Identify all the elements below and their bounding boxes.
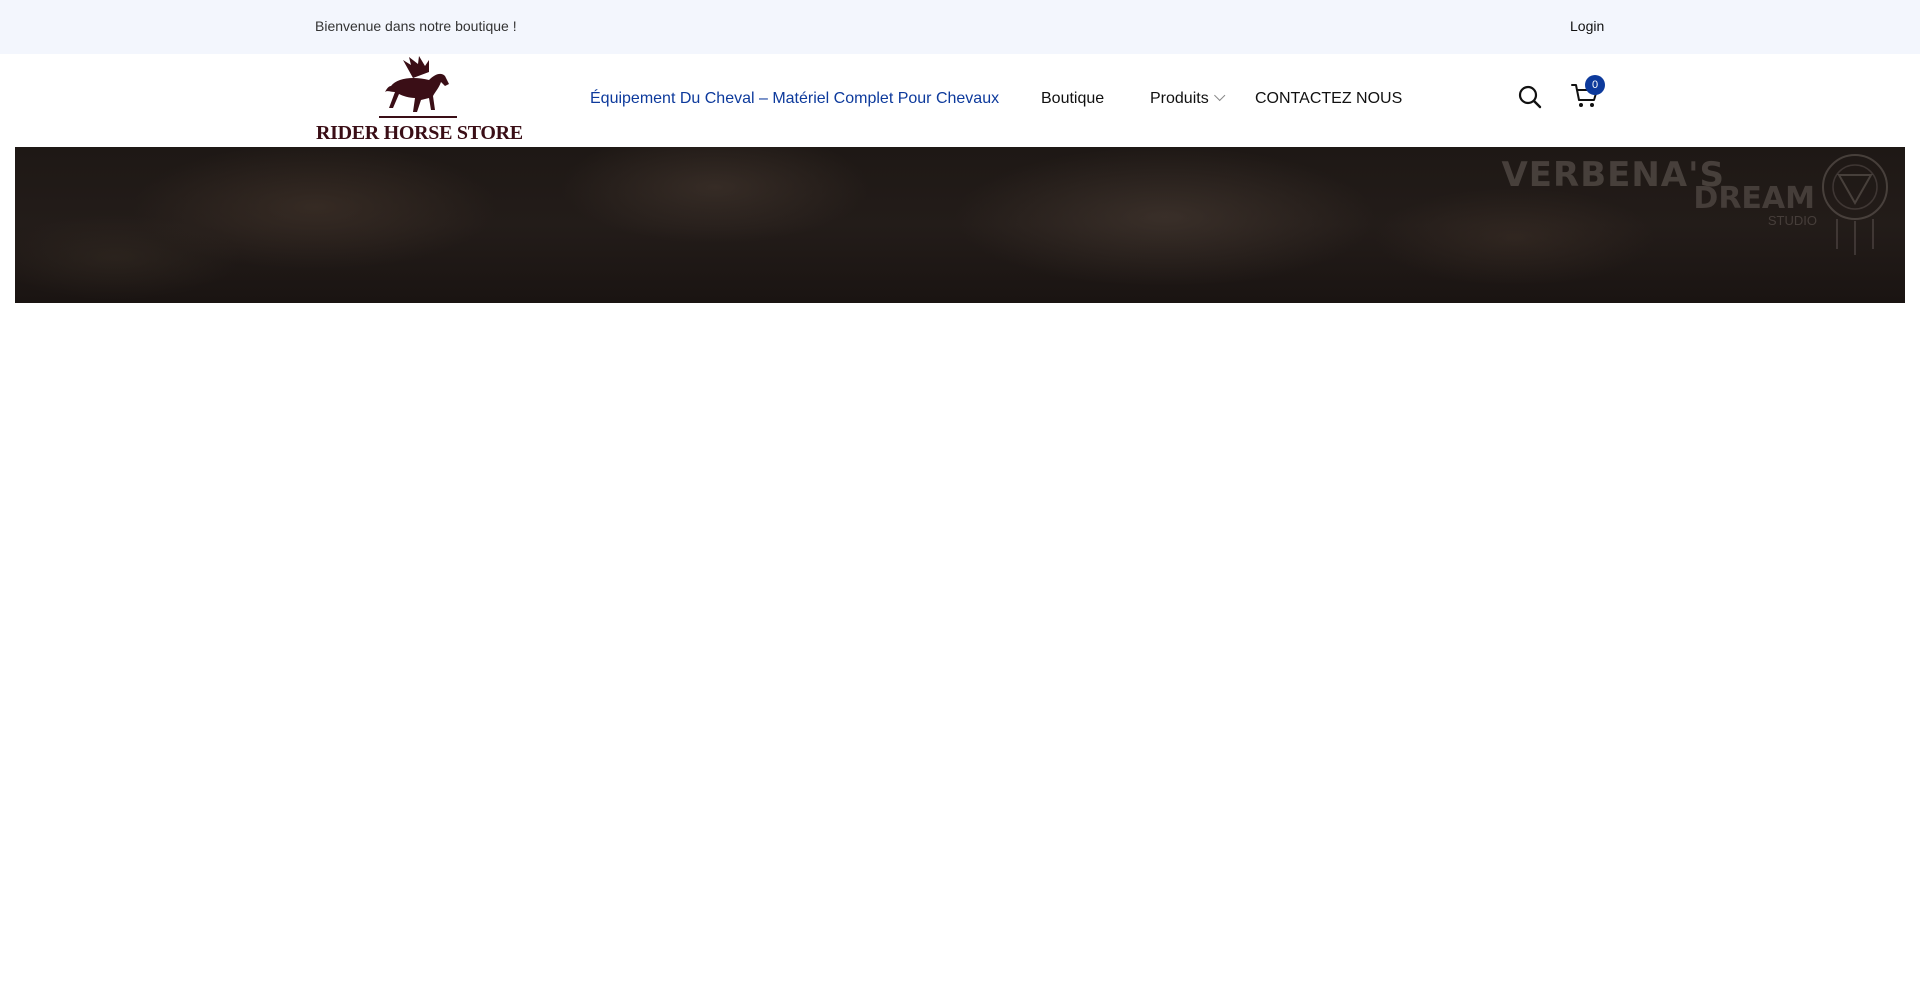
top-bar: Bienvenue dans notre boutique ! Login [0, 0, 1920, 54]
watermark-line-1: VERBENA'S [1501, 155, 1725, 195]
watermark-line-3: STUDIO [1767, 213, 1817, 228]
watermark-line-2: DREAM [1693, 181, 1815, 216]
chevron-down-icon [1213, 89, 1226, 102]
hero-banner: VERBENA'S DREAM STUDIO [15, 147, 1905, 303]
nav-item-contact[interactable]: CONTACTEZ NOUS [1255, 90, 1402, 108]
nav-item-boutique[interactable]: Boutique [1041, 90, 1104, 108]
nav-item-produits-label: Produits [1150, 90, 1209, 107]
login-link[interactable]: Login [1570, 18, 1604, 34]
nav-item-equipement[interactable]: Équipement Du Cheval – Matériel Complet … [590, 90, 999, 108]
search-button[interactable] [1517, 84, 1543, 110]
main-nav: Équipement Du Cheval – Matériel Complet … [0, 54, 1920, 147]
dreamcatcher-icon [1822, 154, 1888, 255]
cart-count-badge: 0 [1585, 75, 1605, 95]
site-header: RIDER HORSE STORE Équipement Du Cheval –… [0, 54, 1920, 147]
search-icon [1518, 85, 1542, 109]
welcome-text: Bienvenue dans notre boutique ! [315, 18, 517, 34]
nav-item-produits[interactable]: Produits [1150, 89, 1226, 108]
